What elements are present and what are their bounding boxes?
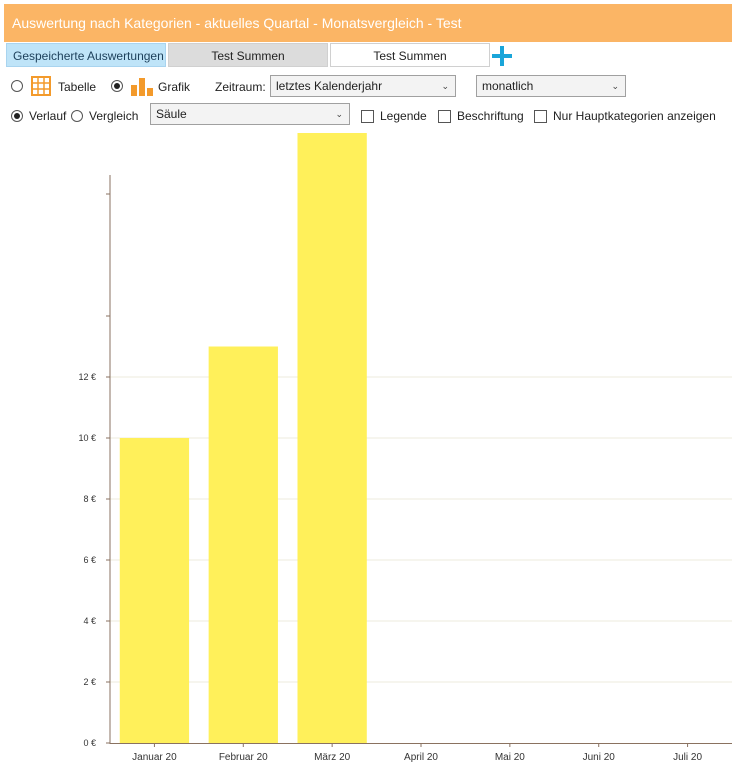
- label-main-categories: Nur Hauptkategorien anzeigen: [553, 109, 716, 123]
- bar: [297, 133, 367, 743]
- y-tick-label: 8 €: [83, 494, 96, 504]
- table-icon: [31, 76, 51, 96]
- labels-checkbox[interactable]: [438, 110, 451, 123]
- plus-icon[interactable]: [492, 46, 512, 66]
- radio-compare[interactable]: [71, 110, 83, 122]
- label-legend: Legende: [380, 109, 427, 123]
- radio-table[interactable]: [11, 80, 23, 92]
- tab-saved-reports[interactable]: Gespeicherte Auswertungen: [6, 43, 166, 67]
- bar-chart-icon: [131, 78, 153, 96]
- y-tick-label: 4 €: [83, 616, 96, 626]
- view-options-row: Tabelle Grafik Zeitraum: letztes Kalende…: [0, 75, 732, 99]
- label-compare: Vergleich: [89, 109, 139, 123]
- main-categories-checkbox[interactable]: [534, 110, 547, 123]
- bar-chart: 0 € 2 € 4 € 6 € 8 € 10 € 12 € Januar 20 Februar …: [78, 133, 732, 763]
- tab-report-2[interactable]: Test Summen: [330, 43, 490, 67]
- radio-history[interactable]: [11, 110, 23, 122]
- x-tick-label: April 20: [404, 752, 438, 763]
- chart-type-select[interactable]: Säule ⌄: [150, 103, 350, 125]
- label-period: Zeitraum:: [215, 80, 266, 94]
- tab-report-1[interactable]: Test Summen: [168, 43, 328, 67]
- bar: [208, 346, 278, 743]
- chevron-down-icon: ⌄: [335, 109, 343, 119]
- x-tick-label: Mai 20: [495, 752, 525, 763]
- label-labels: Beschriftung: [457, 109, 524, 123]
- legend-checkbox[interactable]: [361, 110, 374, 123]
- chevron-down-icon: ⌄: [611, 81, 619, 91]
- x-tick-label: Juli 20: [673, 752, 702, 763]
- y-tick-label: 12 €: [78, 372, 96, 382]
- y-tick-label: 2 €: [83, 677, 96, 687]
- x-tick-label: März 20: [314, 752, 351, 763]
- y-tick-label: 10 €: [78, 433, 96, 443]
- interval-select-value: monatlich: [482, 79, 534, 93]
- label-history: Verlauf: [29, 109, 67, 123]
- window-title: Auswertung nach Kategorien - aktuelles Q…: [4, 4, 732, 42]
- chart-options-row: Verlauf Vergleich Säule ⌄ Legende Beschr…: [0, 103, 732, 127]
- label-table: Tabelle: [58, 80, 97, 94]
- tab-bar: Gespeicherte Auswertungen Test Summen Te…: [6, 43, 732, 68]
- x-tick-label: Februar 20: [219, 752, 268, 763]
- x-tick-label: Juni 20: [583, 752, 616, 763]
- label-chart: Grafik: [158, 80, 191, 94]
- period-select[interactable]: letztes Kalenderjahr ⌄: [270, 75, 456, 97]
- x-tick-label: Januar 20: [132, 752, 177, 763]
- chart-type-select-value: Säule: [156, 107, 187, 121]
- bar: [119, 438, 190, 743]
- period-select-value: letztes Kalenderjahr: [276, 79, 383, 93]
- interval-select[interactable]: monatlich ⌄: [476, 75, 626, 97]
- y-tick-label: 0 €: [83, 738, 96, 748]
- chevron-down-icon: ⌄: [441, 81, 449, 91]
- y-tick-label: 6 €: [83, 555, 96, 565]
- radio-chart[interactable]: [111, 80, 123, 92]
